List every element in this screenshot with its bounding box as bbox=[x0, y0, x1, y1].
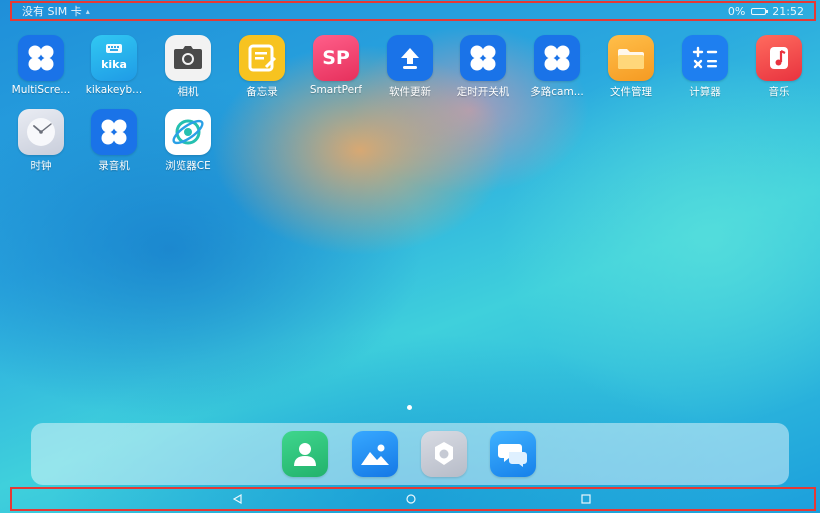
app-label: SmartPerf bbox=[309, 84, 363, 96]
app-label: 时钟 bbox=[30, 160, 52, 172]
app-label: 相机 bbox=[177, 86, 199, 98]
sp-badge: SP bbox=[322, 47, 350, 69]
kika-badge: kika bbox=[101, 58, 127, 71]
four-petal-icon bbox=[534, 35, 580, 81]
camera-icon bbox=[165, 35, 211, 81]
app-timer-power[interactable]: 定时开关机 bbox=[446, 35, 520, 99]
folder-icon bbox=[608, 35, 654, 81]
battery-icon bbox=[751, 7, 769, 15]
home-circle-icon bbox=[406, 494, 416, 504]
app-label: 备忘录 bbox=[246, 86, 278, 98]
recents-square-icon bbox=[581, 494, 591, 504]
app-label: kikakeyb... bbox=[85, 84, 143, 96]
app-recorder[interactable]: 录音机 bbox=[77, 109, 151, 173]
dock-settings[interactable] bbox=[421, 431, 467, 477]
app-clock[interactable]: 时钟 bbox=[4, 109, 78, 173]
notepad-icon bbox=[239, 35, 285, 81]
navigation-bar bbox=[10, 487, 816, 511]
clock-icon bbox=[18, 109, 64, 155]
app-multi-camera[interactable]: 多路cam... bbox=[520, 35, 594, 99]
four-petal-icon bbox=[91, 109, 137, 155]
home-button[interactable] bbox=[403, 492, 419, 506]
app-camera[interactable]: 相机 bbox=[151, 35, 225, 99]
app-label: 定时开关机 bbox=[456, 86, 510, 98]
app-file-manager[interactable]: 文件管理 bbox=[594, 35, 668, 99]
app-notepad[interactable]: 备忘录 bbox=[225, 35, 299, 99]
recents-button[interactable] bbox=[578, 492, 594, 506]
dock-contacts[interactable] bbox=[282, 431, 328, 477]
music-note-icon bbox=[756, 35, 802, 81]
dock-messages[interactable] bbox=[490, 431, 536, 477]
settings-icon bbox=[421, 431, 467, 477]
app-label: MultiScre... bbox=[11, 84, 71, 96]
smartperf-icon: SP bbox=[313, 35, 359, 81]
signal-icon: ▴ bbox=[85, 6, 90, 16]
app-label: 录音机 bbox=[98, 160, 130, 172]
app-label: 多路cam... bbox=[530, 86, 584, 98]
app-music[interactable]: 音乐 bbox=[742, 35, 816, 99]
four-petal-icon bbox=[460, 35, 506, 81]
battery-percent: 0% bbox=[727, 4, 746, 18]
back-button[interactable] bbox=[229, 492, 245, 506]
app-label: 软件更新 bbox=[389, 86, 431, 98]
calculator-icon bbox=[682, 35, 728, 81]
app-browser-ce[interactable]: 浏览器CE bbox=[151, 109, 225, 173]
dock-gallery[interactable] bbox=[352, 431, 398, 477]
gallery-icon bbox=[352, 431, 398, 477]
four-petal-icon bbox=[18, 35, 64, 81]
app-calculator[interactable]: 计算器 bbox=[668, 35, 742, 99]
browser-planet-icon bbox=[165, 109, 211, 155]
carrier-text: 没有 SIM 卡 bbox=[22, 5, 82, 18]
app-software-update[interactable]: 软件更新 bbox=[373, 35, 447, 99]
app-label: 计算器 bbox=[689, 86, 721, 98]
app-multiscreen[interactable]: MultiScre... bbox=[4, 35, 78, 96]
upload-arrow-icon bbox=[387, 35, 433, 81]
app-kikakeyboard[interactable]: kika kikakeyb... bbox=[77, 35, 151, 96]
clock-time: 21:52 bbox=[772, 4, 804, 18]
app-label: 音乐 bbox=[768, 86, 790, 98]
app-smartperf[interactable]: SP SmartPerf bbox=[299, 35, 373, 96]
contacts-icon bbox=[282, 431, 328, 477]
app-label: 文件管理 bbox=[610, 86, 652, 98]
status-left: 没有 SIM 卡 ▴ bbox=[22, 3, 90, 19]
dock bbox=[31, 423, 789, 485]
status-right: 0% 21:52 bbox=[728, 5, 804, 18]
app-label: 浏览器CE bbox=[165, 160, 211, 172]
page-indicator-dot[interactable] bbox=[407, 405, 412, 410]
back-triangle-icon bbox=[232, 494, 242, 504]
messages-icon bbox=[490, 431, 536, 477]
status-bar: 没有 SIM 卡 ▴ 0% 21:52 bbox=[10, 1, 816, 21]
keyboard-icon: kika bbox=[91, 35, 137, 81]
